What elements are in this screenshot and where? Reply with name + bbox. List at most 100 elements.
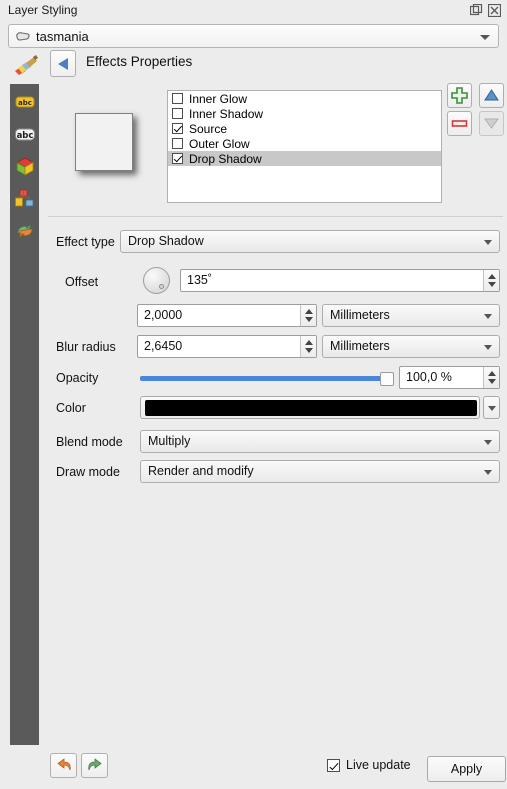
effect-checkbox[interactable] <box>172 108 183 119</box>
float-window-icon[interactable] <box>470 4 483 17</box>
spinner-up-icon[interactable] <box>488 274 496 279</box>
blend-mode-label: Blend mode <box>56 435 123 449</box>
live-update-checkbox[interactable]: Live update <box>327 758 411 772</box>
slider-handle[interactable] <box>380 372 394 386</box>
list-item-label: Inner Glow <box>189 91 248 106</box>
list-item[interactable]: Outer Glow <box>168 136 441 151</box>
labels-abc-icon[interactable]: abc <box>14 92 36 114</box>
effect-checkbox[interactable] <box>172 123 183 134</box>
panel-titlebar: Layer Styling <box>0 0 507 21</box>
list-item[interactable]: Inner Glow <box>168 91 441 106</box>
effects-list[interactable]: Inner Glow Inner Shadow Source Outer Glo… <box>167 90 442 203</box>
svg-text:abc: abc <box>18 99 32 107</box>
panel-title-text: Layer Styling <box>8 3 78 17</box>
list-item-label: Inner Shadow <box>189 106 264 121</box>
add-effect-button[interactable] <box>447 83 472 108</box>
chevron-down-icon <box>484 470 492 475</box>
diagram-icon[interactable] <box>14 188 36 210</box>
offset-angle-dial[interactable] <box>143 267 170 294</box>
svg-text:abc: abc <box>17 131 34 141</box>
spinner-up-icon[interactable] <box>305 340 313 345</box>
undo-button[interactable] <box>50 753 77 778</box>
blur-radius-value: 2,6450 <box>144 339 183 353</box>
spinner-up-icon[interactable] <box>305 309 313 314</box>
effect-preview <box>75 113 139 179</box>
spinner-down-icon[interactable] <box>488 379 496 384</box>
color-dropdown-button[interactable] <box>483 396 500 419</box>
effect-checkbox[interactable] <box>172 138 183 149</box>
opacity-input[interactable]: 100,0 % <box>399 366 500 389</box>
color-label: Color <box>56 401 86 415</box>
spinner-buttons[interactable] <box>483 367 499 388</box>
effect-type-combo[interactable]: Drop Shadow <box>120 230 500 253</box>
offset-units-combo[interactable]: Millimeters <box>322 304 500 327</box>
redo-button[interactable] <box>81 753 108 778</box>
list-item-label: Outer Glow <box>189 136 250 151</box>
spinner-down-icon[interactable] <box>488 282 496 287</box>
blend-mode-combo[interactable]: Multiply <box>140 430 500 453</box>
color-swatch-button[interactable] <box>140 396 480 419</box>
opacity-label: Opacity <box>56 371 99 385</box>
remove-effect-button[interactable] <box>447 111 472 136</box>
abc-buffer-icon[interactable]: abc <box>14 124 36 146</box>
move-down-icon <box>484 118 499 129</box>
checkbox-box[interactable] <box>327 758 340 772</box>
offset-distance-value: 2,0000 <box>144 308 183 322</box>
effect-preview-box <box>75 113 133 171</box>
chevron-down-icon <box>484 345 492 350</box>
spinner-buttons[interactable] <box>300 305 316 326</box>
spinner-down-icon[interactable] <box>305 317 313 322</box>
live-update-label: Live update <box>346 758 411 772</box>
chevron-down-icon <box>487 406 496 411</box>
effect-type-label: Effect type <box>56 235 115 249</box>
divider <box>48 216 503 217</box>
effect-checkbox[interactable] <box>172 93 183 104</box>
symbology-cube-icon[interactable] <box>14 156 36 178</box>
layer-styling-panel: Layer Styling tasmania Effects Propertie… <box>0 0 507 789</box>
remove-effect-icon <box>451 120 468 127</box>
list-item-label: Drop Shadow <box>189 151 262 166</box>
chevron-down-icon <box>484 440 492 445</box>
styling-sidebar: abc abc <box>10 84 39 756</box>
back-button[interactable] <box>50 50 76 77</box>
blend-mode-value: Multiply <box>148 434 191 448</box>
spinner-buttons[interactable] <box>483 270 499 291</box>
panel-header: Effects Properties <box>0 50 507 80</box>
dial-knob <box>159 284 164 289</box>
rendering-arrows-icon[interactable] <box>14 220 36 242</box>
undo-icon <box>57 758 71 771</box>
add-effect-icon <box>451 87 468 104</box>
effect-checkbox[interactable] <box>172 153 183 164</box>
offset-label: Offset <box>65 275 99 289</box>
color-swatch-fill <box>145 400 477 416</box>
chevron-down-icon <box>480 35 490 40</box>
move-up-button[interactable] <box>479 83 504 108</box>
draw-mode-combo[interactable]: Render and modify <box>140 460 500 483</box>
list-item-label: Source <box>189 121 228 136</box>
chevron-down-icon <box>484 240 492 245</box>
list-item[interactable]: Drop Shadow <box>168 151 441 166</box>
apply-button[interactable]: Apply <box>427 756 506 782</box>
back-arrow-icon <box>58 58 68 70</box>
effect-type-value: Drop Shadow <box>128 234 204 248</box>
list-item[interactable]: Inner Shadow <box>168 106 441 121</box>
offset-distance-input[interactable]: 2,0000 <box>137 304 317 327</box>
draw-mode-value: Render and modify <box>148 464 254 478</box>
apply-button-label: Apply <box>450 762 483 776</box>
layer-selector-combo[interactable]: tasmania <box>8 24 499 48</box>
layer-selector-value: tasmania <box>36 29 89 44</box>
draw-mode-label: Draw mode <box>56 465 120 479</box>
spinner-down-icon[interactable] <box>305 348 313 353</box>
paintbrush-icon <box>12 53 40 77</box>
offset-angle-input[interactable]: 135˚ <box>180 269 500 292</box>
close-icon[interactable] <box>488 4 501 17</box>
slider-track <box>140 376 388 381</box>
spinner-up-icon[interactable] <box>488 371 496 376</box>
list-item[interactable]: Source <box>168 121 441 136</box>
blur-radius-units-combo[interactable]: Millimeters <box>322 335 500 358</box>
move-down-button <box>479 111 504 136</box>
move-up-icon <box>484 89 499 101</box>
spinner-buttons[interactable] <box>300 336 316 357</box>
blur-radius-input[interactable]: 2,6450 <box>137 335 317 358</box>
opacity-slider[interactable] <box>140 370 396 388</box>
